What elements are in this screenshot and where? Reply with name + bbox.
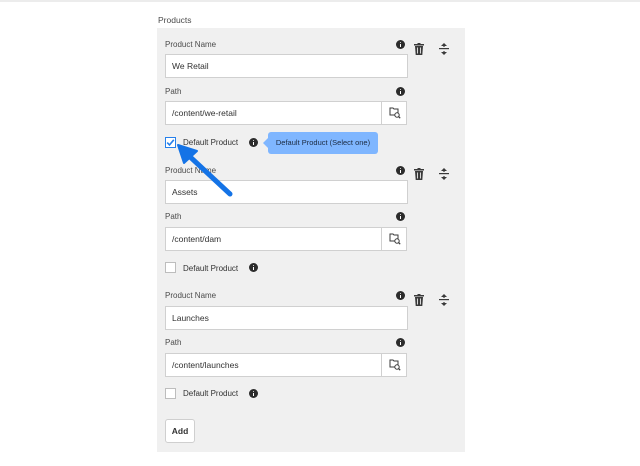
path-label: Path <box>165 212 182 221</box>
info-icon[interactable] <box>249 263 258 272</box>
trash-icon[interactable] <box>414 168 424 180</box>
path-label: Path <box>165 338 182 347</box>
path-label: Path <box>165 87 182 96</box>
product-name-label: Product Name <box>165 291 217 300</box>
tooltip: Default Product (Select one) <box>263 132 378 154</box>
drag-handle-icon[interactable] <box>439 43 449 55</box>
product-name-input[interactable]: Assets <box>165 180 408 204</box>
folder-search-icon <box>389 107 401 119</box>
browse-button[interactable] <box>381 227 407 251</box>
default-product-checkbox[interactable] <box>165 137 176 148</box>
section-label-products: Products <box>158 15 192 25</box>
top-divider <box>0 0 640 2</box>
default-product-label: Default Product <box>183 389 239 398</box>
info-icon[interactable] <box>396 212 405 221</box>
default-product-checkbox[interactable] <box>165 262 176 273</box>
folder-search-icon <box>389 359 401 371</box>
path-input[interactable]: /content/we-retail <box>165 101 382 125</box>
info-icon[interactable] <box>249 389 258 398</box>
default-product-label: Default Product <box>183 264 239 273</box>
product-name-input[interactable]: Launches <box>165 306 408 330</box>
add-button[interactable]: Add <box>165 419 195 443</box>
info-icon[interactable] <box>396 40 405 49</box>
product-name-label: Product Name <box>165 166 217 175</box>
info-icon[interactable] <box>396 291 405 300</box>
product-name-label: Product Name <box>165 40 217 49</box>
info-icon[interactable] <box>396 87 405 96</box>
info-icon[interactable] <box>396 338 405 347</box>
path-input[interactable]: /content/dam <box>165 227 382 251</box>
default-product-label: Default Product <box>183 138 239 147</box>
checkmark-icon <box>166 139 175 147</box>
trash-icon[interactable] <box>414 294 424 306</box>
browse-button[interactable] <box>381 353 407 377</box>
trash-icon[interactable] <box>414 43 424 55</box>
default-product-checkbox[interactable] <box>165 388 176 399</box>
product-name-input[interactable]: We Retail <box>165 54 408 78</box>
folder-search-icon <box>389 233 401 245</box>
browse-button[interactable] <box>381 101 407 125</box>
info-icon[interactable] <box>396 166 405 175</box>
path-input[interactable]: /content/launches <box>165 353 382 377</box>
drag-handle-icon[interactable] <box>439 294 449 306</box>
info-icon[interactable] <box>249 138 258 147</box>
drag-handle-icon[interactable] <box>439 168 449 180</box>
